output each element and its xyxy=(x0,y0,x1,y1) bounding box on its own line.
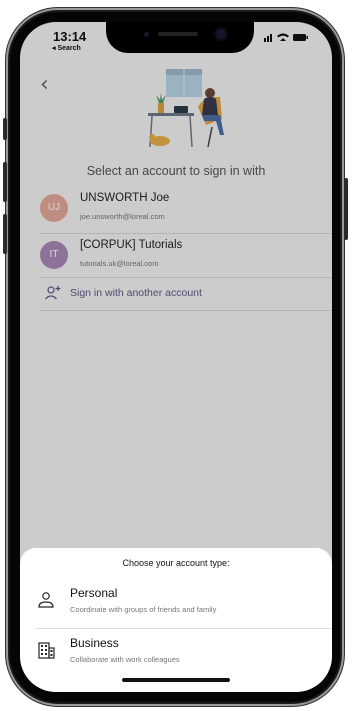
business-description: Collaborate with work colleagues xyxy=(70,655,180,664)
personal-option[interactable]: Personal Coordinate with groups of frien… xyxy=(36,586,316,620)
account-type-sheet: Choose your account type: Personal Coord… xyxy=(20,548,332,692)
front-camera xyxy=(216,29,226,39)
sensor-dot xyxy=(144,32,149,37)
phone-notch xyxy=(106,22,254,53)
building-icon xyxy=(38,642,55,659)
personal-description: Coordinate with groups of friends and fa… xyxy=(70,605,217,614)
person-icon xyxy=(38,592,54,608)
silent-switch xyxy=(3,118,7,140)
phone-screen: 13:14 ◂ Search ‹ Select an account to si… xyxy=(20,22,332,692)
volume-down-button xyxy=(3,214,7,254)
business-option[interactable]: Business Collaborate with work colleague… xyxy=(36,636,316,670)
power-button xyxy=(344,178,348,240)
business-label: Business xyxy=(70,636,119,650)
home-indicator[interactable] xyxy=(122,678,230,682)
volume-up-button xyxy=(3,162,7,202)
personal-label: Personal xyxy=(70,586,118,600)
speaker-grille xyxy=(158,32,198,36)
sheet-divider xyxy=(36,628,332,629)
sheet-title: Choose your account type: xyxy=(122,558,230,568)
